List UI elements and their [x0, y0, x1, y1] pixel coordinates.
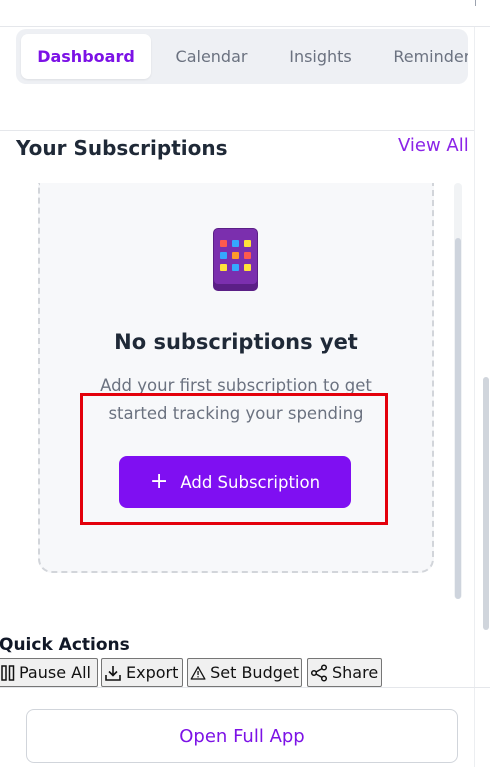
page-scrollbar-thumb[interactable] [483, 377, 489, 630]
export-label: Export [126, 663, 179, 682]
share-label: Share [332, 663, 379, 682]
set-budget-label: Set Budget [210, 663, 299, 682]
tab-insights[interactable]: Insights [278, 34, 363, 79]
pause-all-label: Pause All [19, 663, 91, 682]
pause-all-button[interactable]: Pause All [0, 658, 98, 687]
download-icon [105, 665, 121, 681]
empty-state-description: Add your first subscription to get start… [100, 376, 372, 423]
view-all-link[interactable]: View All [398, 135, 469, 156]
tab-bar: Dashboard Calendar Insights Reminders [16, 29, 468, 84]
tab-calendar[interactable]: Calendar [164, 34, 259, 79]
pause-icon [1, 664, 15, 681]
set-budget-button[interactable]: Set Budget [187, 658, 302, 687]
tab-reminders[interactable]: Reminders [386, 34, 468, 79]
section-divider [0, 130, 474, 131]
quick-actions-heading: Quick Actions [0, 635, 130, 655]
add-subscription-label: Add Subscription [180, 472, 321, 492]
export-button[interactable]: Export [101, 658, 183, 687]
card-scrollbar-thumb[interactable] [455, 238, 461, 599]
top-edge-mark [475, 0, 476, 6]
panel-right-border [474, 27, 475, 767]
subscriptions-heading: Your Subscriptions [16, 136, 228, 160]
open-full-app-button[interactable]: Open Full App [26, 709, 458, 763]
share-icon [310, 663, 328, 682]
mobile-apps-icon [213, 228, 258, 291]
top-strip [0, 0, 490, 27]
share-button[interactable]: Share [307, 658, 382, 687]
plus-icon: + [149, 469, 169, 494]
tab-dashboard[interactable]: Dashboard [21, 34, 151, 79]
footer-divider [0, 687, 490, 688]
warning-icon [190, 665, 206, 680]
empty-state-title: No subscriptions yet [114, 330, 358, 354]
add-subscription-button[interactable]: + Add Subscription [119, 456, 351, 508]
